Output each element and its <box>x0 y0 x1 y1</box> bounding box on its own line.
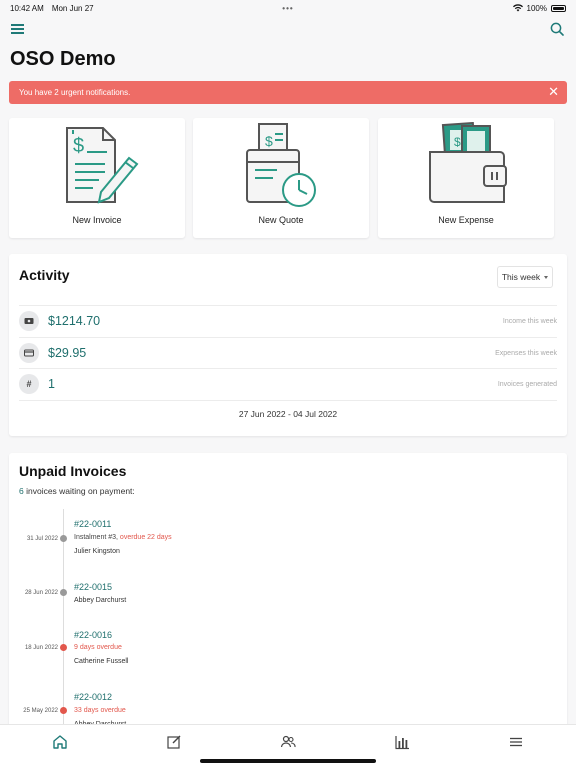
hash-icon: # <box>19 374 39 394</box>
close-icon[interactable]: ✕ <box>548 85 559 98</box>
overdue-text: overdue 22 days <box>119 534 172 541</box>
waiting-text: 6 invoices waiting on payment: <box>19 486 135 496</box>
search-icon[interactable] <box>550 22 564 36</box>
battery-icon <box>551 4 566 12</box>
client-name: Abbey Darchurst <box>74 597 127 604</box>
notification-banner[interactable]: You have 2 urgent notifications. ✕ <box>9 81 567 104</box>
waiting-label: invoices waiting on payment: <box>23 486 135 496</box>
unpaid-invoices-card: Unpaid Invoices 6 invoices waiting on pa… <box>9 453 567 728</box>
invoice-status: 9 days overdue <box>74 644 122 651</box>
svg-text:$: $ <box>454 135 461 149</box>
income-caption: Income this week <box>502 317 557 325</box>
invoice-status: 33 days overdue <box>74 707 126 714</box>
top-navigation <box>0 20 576 40</box>
new-expense-card[interactable]: $ New Expense <box>378 118 554 238</box>
edit-icon[interactable] <box>166 734 182 750</box>
invoices-value: 1 <box>48 377 55 391</box>
overdue-text: 9 days overdue <box>74 644 122 651</box>
new-quote-label: New Quote <box>258 215 304 225</box>
new-quote-card[interactable]: $ New Quote <box>193 118 369 238</box>
status-dot <box>60 535 67 542</box>
divider <box>19 400 557 401</box>
invoice-date: 28 Jun 2022 <box>24 590 58 596</box>
activity-title: Activity <box>19 267 70 283</box>
status-dot <box>60 644 67 651</box>
status-dot <box>60 707 67 714</box>
status-time: 10:42 AM <box>10 3 44 13</box>
stat-row-expenses: $29.95 Expenses this week <box>19 337 557 368</box>
invoice-instalment: Instalment #3, <box>74 534 120 541</box>
invoices-caption: Invoices generated <box>497 380 557 388</box>
menu-icon[interactable] <box>508 734 524 750</box>
stat-row-income: $1214.70 Income this week <box>19 305 557 336</box>
status-right: 100% <box>512 3 566 13</box>
invoice-status: Instalment #3, overdue 22 days <box>74 534 172 541</box>
invoice-icon: $ <box>66 127 139 204</box>
date-range: 27 Jun 2022 - 04 Jul 2022 <box>238 409 338 419</box>
quote-icon: $ <box>246 123 316 207</box>
unpaid-title: Unpaid Invoices <box>19 463 127 479</box>
status-dot <box>60 589 67 596</box>
home-indicator[interactable] <box>200 759 376 763</box>
invoice-number[interactable]: #22-0016 <box>74 630 112 640</box>
invoice-date: 31 Jul 2022 <box>26 536 58 542</box>
client-name: Catherine Fussell <box>74 658 129 665</box>
card-icon <box>19 343 39 363</box>
expenses-value: $29.95 <box>48 346 87 360</box>
expenses-caption: Expenses this week <box>495 349 557 357</box>
invoice-date: 18 Jun 2022 <box>24 645 58 651</box>
users-icon[interactable] <box>280 734 296 750</box>
activity-card: Activity This week $1214.70 Income this … <box>9 254 567 436</box>
status-date: Mon Jun 27 <box>51 3 94 13</box>
period-label: This week <box>501 272 541 282</box>
period-dropdown[interactable]: This week <box>497 266 553 288</box>
new-expense-label: New Expense <box>438 215 494 225</box>
invoice-number[interactable]: #22-0012 <box>74 692 112 702</box>
invoice-number[interactable]: #22-0011 <box>74 519 111 529</box>
new-invoice-card[interactable]: $ New Invoice <box>9 118 185 238</box>
hamburger-icon[interactable] <box>11 24 24 36</box>
invoice-date: 25 May 2022 <box>23 708 58 714</box>
client-name: Julier Kingston <box>74 548 120 555</box>
stat-row-invoices: # 1 Invoices generated <box>19 368 557 399</box>
caret-down-icon <box>544 275 549 279</box>
wallet-icon: $ <box>429 122 507 203</box>
battery-percent: 100% <box>526 3 547 13</box>
overdue-text: 33 days overdue <box>74 707 126 714</box>
chart-icon[interactable] <box>394 734 410 750</box>
svg-text:$: $ <box>73 135 84 157</box>
svg-text:$: $ <box>265 133 273 149</box>
multitasking-dots[interactable]: ••• <box>282 4 293 13</box>
status-bar: 10:42 AM Mon Jun 27 ••• 100% <box>0 0 576 16</box>
page-title: OSO Demo <box>10 48 116 70</box>
new-invoice-label: New Invoice <box>72 215 122 225</box>
notification-text: You have 2 urgent notifications. <box>19 88 131 97</box>
invoice-number[interactable]: #22-0015 <box>74 582 112 592</box>
income-icon <box>19 311 39 331</box>
home-icon[interactable] <box>52 734 68 750</box>
wifi-icon <box>512 4 523 12</box>
income-value: $1214.70 <box>48 314 101 328</box>
